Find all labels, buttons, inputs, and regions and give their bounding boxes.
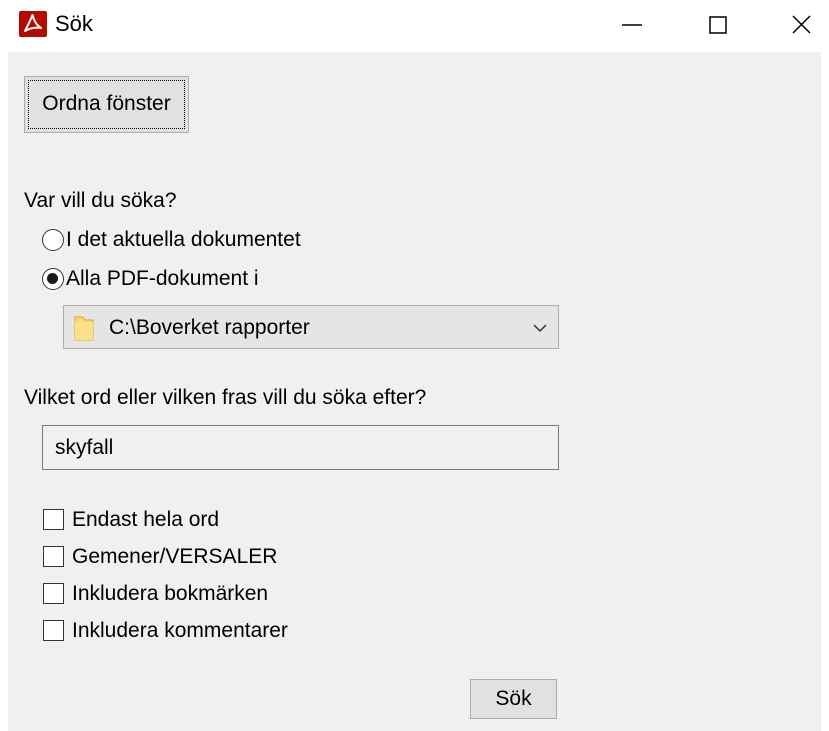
search-button[interactable]: Sök <box>470 679 557 719</box>
search-button-label: Sök <box>495 687 532 710</box>
radio-current-document-label[interactable]: I det aktuella dokumentet <box>66 227 301 253</box>
window-title: Sök <box>55 11 93 36</box>
arrange-windows-button[interactable]: Ordna fönster <box>24 76 189 133</box>
search-input-value: skyfall <box>55 436 114 459</box>
checkbox-case-sensitive-label[interactable]: Gemener/VERSALER <box>72 544 277 570</box>
folder-icon <box>73 314 97 342</box>
radio-all-pdf-documents-label[interactable]: Alla PDF-dokument i <box>66 266 259 292</box>
checkbox-include-bookmarks-label[interactable]: Inkludera bokmärken <box>72 581 268 607</box>
focus-ring <box>28 80 185 129</box>
checkbox-include-comments[interactable] <box>43 620 64 641</box>
checkbox-include-comments-label[interactable]: Inkludera kommentarer <box>72 618 288 644</box>
checkbox-include-bookmarks[interactable] <box>43 583 64 604</box>
close-icon <box>792 15 811 34</box>
search-input[interactable]: skyfall <box>42 425 559 470</box>
dialog-body: Ordna fönster Var vill du söka? I det ak… <box>8 52 821 731</box>
folder-path: C:\Boverket rapporter <box>109 316 310 339</box>
maximize-button[interactable] <box>688 0 748 48</box>
checkbox-case-sensitive[interactable] <box>43 546 64 567</box>
acrobat-icon <box>19 11 47 37</box>
search-window: Sök Ordna fönster Var vill du söka? I de… <box>0 0 829 731</box>
radio-current-document[interactable] <box>42 229 64 251</box>
close-button[interactable] <box>772 0 829 48</box>
scope-question: Var vill du söka? <box>24 189 177 212</box>
radio-selected-dot <box>47 273 58 284</box>
checkbox-whole-words[interactable] <box>43 509 64 530</box>
checkbox-whole-words-label[interactable]: Endast hela ord <box>72 507 219 533</box>
query-question: Vilket ord eller vilken fras vill du sök… <box>24 386 427 409</box>
minimize-button[interactable] <box>602 0 662 48</box>
chevron-down-icon <box>532 320 548 336</box>
title-bar[interactable]: Sök <box>0 0 829 52</box>
radio-all-pdf-documents[interactable] <box>42 268 64 290</box>
minimize-icon <box>622 24 642 26</box>
folder-dropdown[interactable]: C:\Boverket rapporter <box>63 305 559 349</box>
maximize-icon <box>709 16 727 34</box>
